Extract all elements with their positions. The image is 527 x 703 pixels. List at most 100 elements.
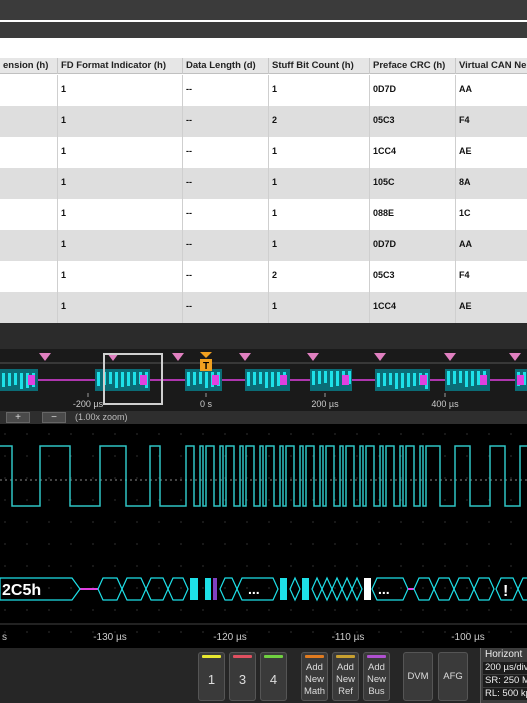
grid-dot (444, 521, 446, 523)
grid-dot (510, 455, 512, 457)
channel-4-button[interactable]: 4 (260, 652, 287, 701)
table-row[interactable]: 1 -- 1 105C 8A (0, 168, 527, 199)
table-cell: 2 (269, 106, 370, 137)
table-cell: 1 (58, 230, 183, 261)
grid-dot (48, 521, 50, 523)
grid-dot (26, 521, 28, 523)
column-header[interactable]: Virtual CAN Ne (456, 58, 527, 74)
table-cell: 1 (58, 137, 183, 168)
grid-dot (466, 609, 468, 611)
add-new-math-button[interactable]: Add New Math (301, 652, 328, 701)
bus-field (302, 578, 309, 600)
table-row[interactable]: 1 -- 2 05C3 F4 (0, 261, 527, 292)
table-cell: -- (183, 230, 269, 261)
table-row[interactable]: 1 -- 1 088E 1C (0, 199, 527, 230)
grid-dot (26, 609, 28, 611)
grid-dot (422, 521, 424, 523)
button-label: Add New Ref (333, 662, 358, 698)
dvm-button[interactable]: DVM (403, 652, 433, 701)
table-cell (0, 230, 58, 261)
grid-dot (158, 609, 160, 611)
time-tick-label: -120 µs (213, 632, 247, 643)
column-header[interactable]: Data Length (d) (183, 58, 269, 74)
add-new-bus-button[interactable]: Add New Bus (363, 652, 390, 701)
overview-packet (115, 372, 118, 388)
channel-3-button[interactable]: 3 (229, 652, 256, 701)
grid-dot (268, 609, 270, 611)
decode-results-table[interactable]: ension (h) FD Format Indicator (h) Data … (0, 38, 527, 323)
label-line: New (335, 674, 355, 685)
table-row[interactable]: 1 -- 1 0D7D AA (0, 230, 527, 261)
table-row[interactable]: 1 -- 2 05C3 F4 (0, 106, 527, 137)
grid-dot (356, 499, 358, 501)
time-tick-label: -100 µs (451, 632, 485, 643)
column-header[interactable]: Stuff Bit Count (h) (269, 58, 370, 74)
waveform-view[interactable]: 2C5h......! s -130 µs -120 µs -110 µs -100 µs (0, 424, 527, 648)
grid-dot (4, 499, 6, 501)
grid-dot (246, 543, 248, 545)
table-cell (0, 168, 58, 199)
bus-field (213, 578, 217, 600)
table-row[interactable]: 1 -- 1 1CC4 AE (0, 137, 527, 168)
channel-1-button[interactable]: 1 (198, 652, 225, 701)
table-row[interactable]: 1 -- 1 1CC4 AE (0, 292, 527, 323)
table-cell: 0D7D (370, 230, 456, 261)
afg-button[interactable]: AFG (438, 652, 468, 701)
grid-dot (378, 631, 380, 633)
grid-dot (26, 433, 28, 435)
grid-dot (290, 477, 292, 479)
waveform-overview[interactable]: T -200 µs 0 s 200 µs 400 µs (0, 349, 527, 411)
overview-packet (471, 371, 474, 386)
overview-packet (109, 372, 112, 384)
grid-dot (290, 455, 292, 457)
overview-packet (127, 372, 130, 386)
table-cell: 1 (269, 168, 370, 199)
add-new-ref-button[interactable]: Add New Ref (332, 652, 359, 701)
grid-dot (312, 631, 314, 633)
grid-dot (92, 543, 94, 545)
overview-packet (199, 372, 202, 384)
grid-dot (510, 609, 512, 611)
grid-dot (400, 543, 402, 545)
grid-dot (378, 521, 380, 523)
overview-packet (401, 373, 404, 388)
grid-dot (510, 631, 512, 633)
grid-dot (334, 565, 336, 567)
overview-packet-end (480, 375, 487, 385)
zoom-out-button[interactable]: − (42, 412, 66, 423)
label-line: Ref (338, 686, 353, 697)
grid-dot (422, 631, 424, 633)
grid-dot (466, 455, 468, 457)
grid-dot (246, 565, 248, 567)
grid-dot (444, 477, 446, 479)
column-header[interactable]: ension (h) (0, 58, 58, 74)
table-cell: 1 (58, 292, 183, 323)
column-header[interactable]: FD Format Indicator (h) (58, 58, 183, 74)
overview-packet-end (28, 375, 35, 385)
column-header[interactable]: Preface CRC (h) (370, 58, 456, 74)
grid-dot (92, 609, 94, 611)
table-cell: -- (183, 261, 269, 292)
grid-dot (48, 543, 50, 545)
grid-dot (92, 455, 94, 457)
table-cell: -- (183, 199, 269, 230)
grid-dot (180, 631, 182, 633)
overview-packet (459, 371, 462, 383)
zoom-in-button[interactable]: + (6, 412, 30, 423)
grid-dot (444, 587, 446, 589)
grid-dot (290, 565, 292, 567)
grid-dot (444, 543, 446, 545)
grid-dot (444, 433, 446, 435)
table-row[interactable]: 1 -- 1 0D7D AA (0, 75, 527, 106)
grid-dot (48, 477, 50, 479)
grid-dot (70, 631, 72, 633)
grid-dot (290, 433, 292, 435)
table-cell (0, 75, 58, 106)
horizontal-settings-badge[interactable]: Horizont 200 µs/div SR: 250 M RL: 500 kp (480, 648, 527, 703)
bus-field (364, 578, 371, 600)
grid-dot (444, 609, 446, 611)
grid-dot (378, 433, 380, 435)
time-tick-label: s (2, 632, 7, 643)
grid-dot (202, 631, 204, 633)
grid-dot (466, 587, 468, 589)
